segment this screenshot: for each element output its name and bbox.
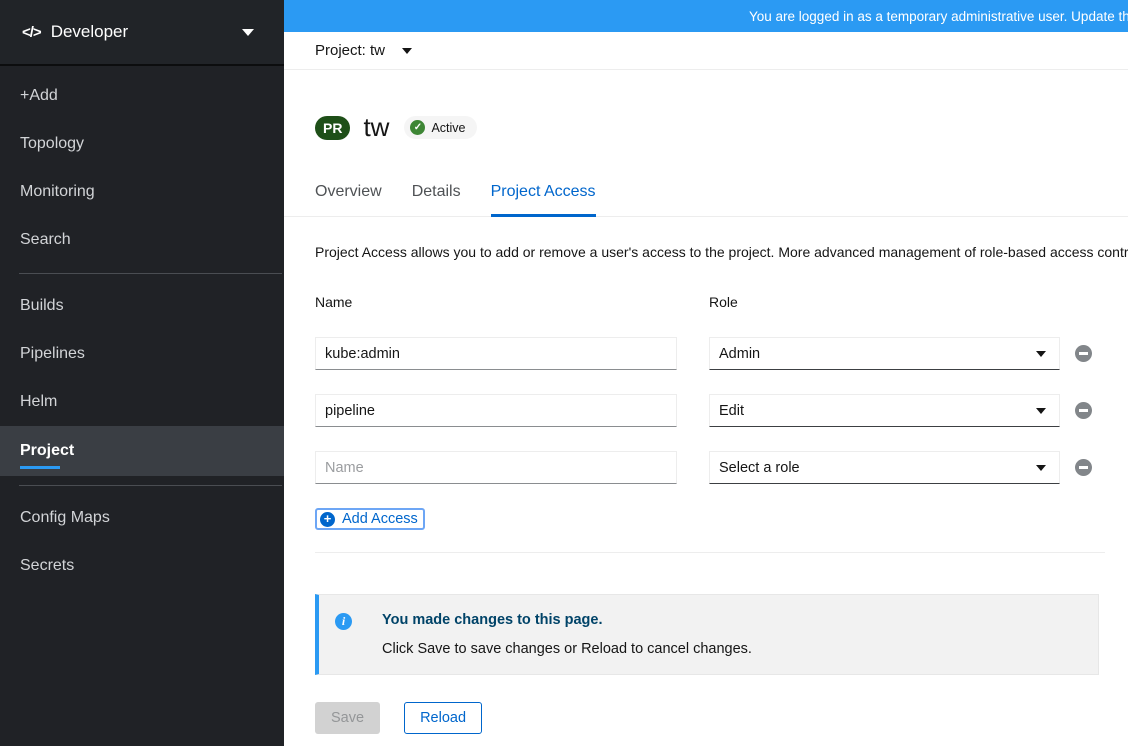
remove-access-button[interactable] xyxy=(1075,345,1092,362)
banner-text: You are logged in as a temporary adminis… xyxy=(749,8,1128,24)
form-headers: Name Role xyxy=(315,294,1128,310)
admin-user-banner: You are logged in as a temporary adminis… xyxy=(284,0,1128,32)
save-button[interactable]: Save xyxy=(315,702,381,734)
role-select[interactable]: Select a role xyxy=(709,451,1060,484)
sidebar-item-helm[interactable]: Helm xyxy=(0,378,284,426)
sidebar-item-config-maps[interactable]: Config Maps xyxy=(0,494,284,542)
status-label: Active xyxy=(431,120,466,135)
name-column-header: Name xyxy=(315,294,353,310)
name-input[interactable] xyxy=(315,394,677,427)
caret-down-icon xyxy=(1036,464,1046,471)
project-access-description: Project Access allows you to add or remo… xyxy=(315,244,1128,260)
add-access-button[interactable]: + Add Access xyxy=(315,508,425,530)
name-input[interactable] xyxy=(315,337,677,370)
perspective-label: Developer xyxy=(50,22,129,41)
access-row: Admin xyxy=(315,337,1128,370)
minus-circle-icon xyxy=(1079,466,1088,469)
sidebar-item-topology[interactable]: Topology xyxy=(0,120,284,168)
caret-down-icon xyxy=(1036,407,1046,414)
section-divider xyxy=(315,552,1105,553)
sidebar-nav: +Add Topology Monitoring Search Builds P… xyxy=(0,66,284,590)
sidebar-item-builds[interactable]: Builds xyxy=(0,282,284,330)
project-resource-badge: PR xyxy=(315,115,351,140)
role-select-value: Edit xyxy=(719,402,744,419)
nav-divider xyxy=(19,485,282,486)
minus-circle-icon xyxy=(1079,352,1088,355)
remove-access-button[interactable] xyxy=(1075,402,1092,419)
reload-button[interactable]: Reload xyxy=(404,702,483,734)
nav-divider xyxy=(19,273,282,274)
tab-project-access[interactable]: Project Access xyxy=(490,179,596,217)
active-indicator xyxy=(20,466,60,469)
sidebar: </> Developer +Add Topology Monitoring S… xyxy=(0,0,284,746)
name-input[interactable] xyxy=(315,451,677,484)
role-column-header: Role xyxy=(709,294,738,310)
access-row: Select a role xyxy=(315,451,1128,484)
sidebar-item-project[interactable]: Project xyxy=(0,426,284,476)
tab-bar: Overview Details Project Access xyxy=(284,179,1128,217)
main-area: You are logged in as a temporary adminis… xyxy=(284,0,1128,746)
form-actions: Save Reload xyxy=(315,702,1128,734)
alert-body: You made changes to this page. Click Sav… xyxy=(382,612,752,657)
page-title: tw xyxy=(363,112,390,142)
sidebar-item-label: Project xyxy=(20,442,75,459)
alert-message: Click Save to save changes or Reload to … xyxy=(382,641,752,657)
page-header: PR tw ✓ Active xyxy=(315,112,1128,143)
role-select-value: Admin xyxy=(719,345,761,362)
access-row: Edit xyxy=(315,394,1128,427)
project-access-form: Name Role Admin Edit xyxy=(315,294,1128,530)
plus-circle-icon: + xyxy=(320,511,335,527)
sidebar-item-monitoring[interactable]: Monitoring xyxy=(0,168,284,216)
alert-title: You made changes to this page. xyxy=(382,612,603,628)
role-select[interactable]: Edit xyxy=(709,394,1060,427)
caret-down-icon xyxy=(1036,350,1046,357)
remove-access-button[interactable] xyxy=(1075,459,1092,476)
code-icon: </> xyxy=(22,23,42,41)
sidebar-item-search[interactable]: Search xyxy=(0,216,284,264)
project-selector-bar: Project: tw xyxy=(284,32,1128,70)
role-select[interactable]: Admin xyxy=(709,337,1060,370)
page-content: PR tw ✓ Active Overview Details Project … xyxy=(284,70,1128,746)
project-dropdown[interactable]: Project: tw xyxy=(315,42,385,59)
status-badge: ✓ Active xyxy=(404,116,477,139)
tab-overview[interactable]: Overview xyxy=(315,179,382,217)
sidebar-item-pipelines[interactable]: Pipelines xyxy=(0,330,284,378)
info-alert: i You made changes to this page. Click S… xyxy=(315,594,1099,675)
sidebar-item-add[interactable]: +Add xyxy=(0,72,284,120)
check-circle-icon: ✓ xyxy=(410,120,426,135)
role-select-value: Select a role xyxy=(719,459,800,476)
caret-down-icon xyxy=(242,28,254,36)
tab-details[interactable]: Details xyxy=(412,179,461,217)
add-access-label: Add Access xyxy=(342,511,418,527)
perspective-switcher[interactable]: </> Developer xyxy=(0,0,284,66)
sidebar-item-secrets[interactable]: Secrets xyxy=(0,542,284,590)
minus-circle-icon xyxy=(1079,409,1088,412)
info-icon: i xyxy=(335,613,352,630)
caret-down-icon[interactable] xyxy=(402,47,413,54)
